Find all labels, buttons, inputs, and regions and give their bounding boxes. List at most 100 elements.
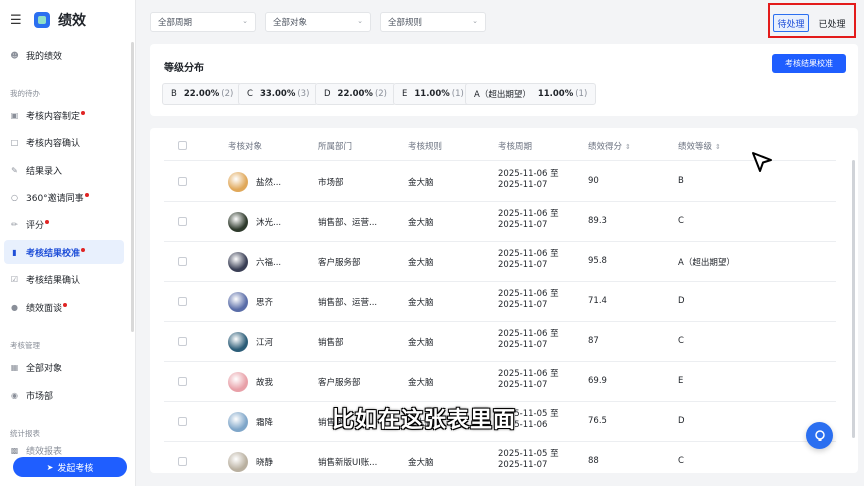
launch-review-button[interactable]: ➤ 发起考核 [13, 457, 127, 477]
bookmark-icon: ▮ [12, 247, 17, 257]
sidebar-item-content-define[interactable]: ▣ 考核内容制定 [4, 103, 124, 127]
calibrate-button[interactable]: 考核结果校准 [772, 54, 846, 73]
sidebar-item-result-entry[interactable]: ✎ 结果录入 [4, 158, 124, 182]
table-row[interactable]: 沐光... 销售部、运营... 金大脑 2025-11-06 至 2025-11-07 8… [150, 202, 858, 242]
table-row[interactable]: 江河 销售部 金大脑 2025-11-06 至 2025-11-07 87 C [150, 322, 858, 362]
grade-chip[interactable]: D 22.00% (2) [315, 83, 396, 105]
column-header-score-label: 绩效得分 [588, 142, 623, 152]
app-title: 绩效 [58, 13, 86, 29]
target-filter-value: 全部对象 [273, 18, 308, 28]
avatar [228, 172, 248, 192]
menu-icon[interactable]: ☰ [10, 13, 24, 28]
row-checkbox[interactable] [178, 217, 187, 226]
grade-chip-percent: 22.00% [337, 89, 373, 99]
grade-chip-percent: 11.00% [414, 89, 450, 99]
department-icon: ◉ [11, 390, 18, 400]
cell-period-end: 2025-11-07 [498, 180, 548, 190]
table-row[interactable]: 晓静 销售新版UI账... 金大脑 2025-11-05 至 2025-11-07 88 C [150, 442, 858, 473]
grade-chip[interactable]: E 11.00% (1) [393, 83, 473, 105]
column-header-score[interactable]: 绩效得分 ⇕ [588, 140, 631, 152]
table-row[interactable]: 思齐 销售部、运营... 金大脑 2025-11-06 至 2025-11-07 71.4… [150, 282, 858, 322]
group-label-manage: 考核管理 [10, 341, 40, 350]
unread-dot [45, 220, 50, 224]
sidebar-item-label: 市场部 [26, 391, 54, 402]
row-checkbox[interactable] [178, 377, 187, 386]
avatar [228, 292, 248, 312]
grade-chip-count: (1) [451, 89, 464, 99]
sidebar-item-result-confirm[interactable]: ☑ 考核结果确认 [4, 267, 124, 291]
cell-rule: 金大脑 [408, 178, 434, 188]
sidebar-item-market-dept[interactable]: ◉ 市场部 [4, 383, 124, 407]
sort-icon[interactable]: ⇕ [625, 143, 631, 151]
cell-level: C [678, 216, 684, 226]
sidebar-item-label: 全部对象 [26, 363, 63, 374]
chevron-down-icon: ⌄ [242, 17, 248, 25]
unread-dot [81, 111, 86, 115]
grade-chip[interactable]: C 33.00% (3) [238, 83, 319, 105]
grade-chip[interactable]: A（超出期望） 11.00% (1) [465, 83, 597, 105]
tab-done[interactable]: 已处理 [812, 14, 852, 32]
sort-icon[interactable]: ⇕ [715, 143, 721, 151]
cell-rule: 金大脑 [408, 258, 434, 268]
cell-period: 2025-11-06 至 2025-11-07 [498, 209, 559, 231]
target-filter-select[interactable]: 全部对象 ⌄ [265, 12, 371, 32]
sidebar-item-interview[interactable]: ● 绩效面谈 [4, 295, 124, 319]
row-checkbox[interactable] [178, 337, 187, 346]
unread-dot [63, 303, 68, 307]
avatar [228, 412, 248, 432]
mouse-pointer-icon [752, 152, 772, 172]
cell-score: 71.4 [588, 296, 607, 306]
help-button[interactable] [806, 422, 833, 449]
sidebar-item-360-invite[interactable]: ○ 360°邀请同事 [4, 185, 124, 209]
cell-score: 76.5 [588, 416, 607, 426]
sidebar-item-scoring[interactable]: ✏ 评分 [4, 212, 124, 236]
table-scrollbar[interactable] [852, 160, 855, 438]
cell-dept: 客户服务部 [318, 378, 361, 388]
cell-period-start: 2025-11-05 至 [498, 449, 559, 459]
grade-chip[interactable]: B 22.00% (2) [162, 83, 243, 105]
cell-name[interactable]: 晓静 [256, 456, 273, 468]
cell-rule: 金大脑 [408, 338, 434, 348]
column-header-level[interactable]: 绩效等级 ⇕ [678, 140, 721, 152]
row-checkbox[interactable] [178, 417, 187, 426]
period-filter-select[interactable]: 全部周期 ⌄ [150, 12, 256, 32]
cell-period-end: 2025-11-07 [498, 460, 548, 470]
sidebar-item-report-partial[interactable]: ▩ 绩效报表 [4, 445, 124, 456]
cell-name[interactable]: 沐光... [256, 216, 281, 228]
cell-dept: 市场部 [318, 178, 344, 188]
cell-score: 89.3 [588, 216, 607, 226]
cell-name[interactable]: 故我 [256, 376, 273, 388]
sidebar-item-content-confirm[interactable]: □ 考核内容确认 [4, 130, 124, 154]
row-checkbox[interactable] [178, 177, 187, 186]
select-all-checkbox[interactable] [178, 141, 187, 150]
cell-name[interactable]: 六福... [256, 256, 281, 268]
sidebar-scrollbar[interactable] [131, 42, 134, 332]
sidebar-item-my-performance[interactable]: ☻ 我的绩效 [4, 43, 124, 67]
tab-pending[interactable]: 待处理 [773, 14, 809, 32]
unread-dot [81, 248, 86, 252]
cell-name[interactable]: 霜降 [256, 416, 273, 428]
sidebar-item-result-calibration[interactable]: ▮ 考核结果校准 [4, 240, 124, 264]
grade-chip-grade: A（超出期望） [474, 90, 531, 100]
cell-name[interactable]: 江河 [256, 336, 273, 348]
cell-name[interactable]: 盐然... [256, 176, 281, 188]
cell-period: 2025-11-06 至 2025-11-07 [498, 369, 559, 391]
row-checkbox[interactable] [178, 297, 187, 306]
sidebar-item-label: 结果录入 [26, 166, 63, 177]
sidebar-item-label: 考核结果确认 [26, 275, 81, 286]
table-row[interactable]: 六福... 客户服务部 金大脑 2025-11-06 至 2025-11-07 95.8 A… [150, 242, 858, 282]
sidebar-item-all-targets[interactable]: ▦ 全部对象 [4, 355, 124, 379]
unread-dot [84, 193, 89, 197]
brand-bar: ☰ 绩效 [0, 0, 135, 40]
cell-name[interactable]: 思齐 [256, 296, 273, 308]
grade-chip-grade: D [324, 89, 331, 99]
row-checkbox[interactable] [178, 257, 187, 266]
cell-period-start: 2025-11-06 至 [498, 369, 559, 379]
grade-chip-count: (2) [374, 89, 387, 99]
row-checkbox[interactable] [178, 457, 187, 466]
app-logo [34, 12, 50, 28]
table-row[interactable]: 故我 客户服务部 金大脑 2025-11-06 至 2025-11-07 69.9 E [150, 362, 858, 402]
grade-chip-grade: C [247, 89, 253, 99]
cell-period-end: 2025-11-07 [498, 300, 548, 310]
rule-filter-select[interactable]: 全部规则 ⌄ [380, 12, 486, 32]
